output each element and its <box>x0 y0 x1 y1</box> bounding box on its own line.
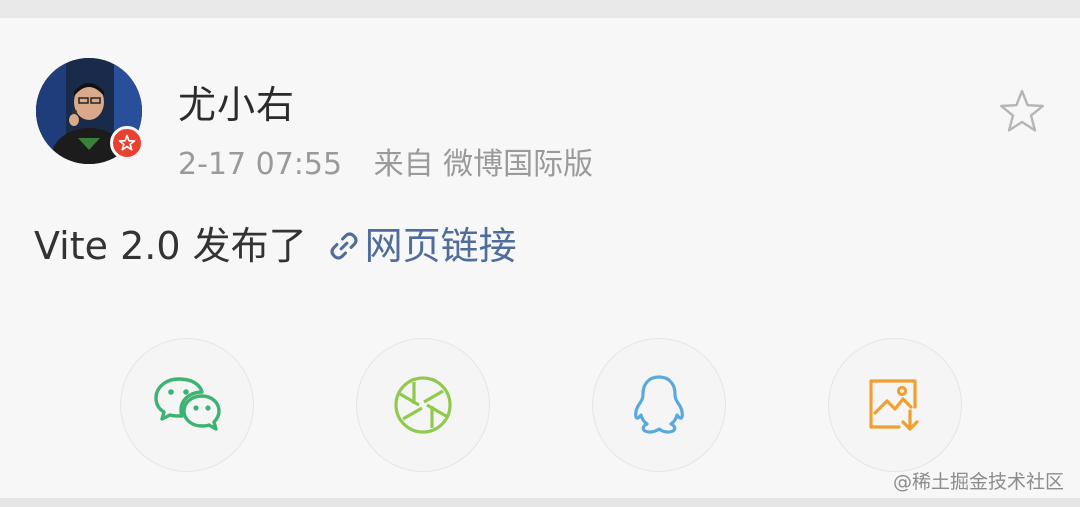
share-wechat-button[interactable] <box>120 338 254 472</box>
wechat-icon <box>154 377 221 431</box>
post-time: 2-17 07:55 <box>178 147 343 182</box>
web-link-label: 网页链接 <box>364 224 517 268</box>
post-source: 来自 微博国际版 <box>373 147 594 182</box>
verified-badge-icon <box>110 126 144 160</box>
favorite-star-icon[interactable] <box>998 88 1046 134</box>
save-image-button[interactable] <box>828 338 962 472</box>
post-text: Vite 2.0 发布了 <box>34 224 307 268</box>
post-content: Vite 2.0 发布了 网页链接 <box>34 220 517 272</box>
bottom-edge <box>0 498 1080 507</box>
moments-icon <box>394 376 452 434</box>
link-icon <box>330 232 358 260</box>
qq-icon <box>634 375 684 434</box>
weibo-post-card: 尤小右 2-17 07:55 来自 微博国际版 Vite 2.0 发布了 网页链… <box>0 18 1080 498</box>
top-edge <box>0 0 1080 18</box>
author-avatar[interactable] <box>36 58 144 164</box>
post-meta: 2-17 07:55 来自 微博国际版 <box>178 144 593 186</box>
web-link[interactable]: 网页链接 <box>327 220 517 272</box>
save-image-icon <box>869 379 919 431</box>
share-moments-button[interactable] <box>356 338 490 472</box>
share-qq-button[interactable] <box>592 338 726 472</box>
author-name[interactable]: 尤小右 <box>178 80 295 130</box>
watermark: @稀土掘金技术社区 <box>892 471 1064 493</box>
